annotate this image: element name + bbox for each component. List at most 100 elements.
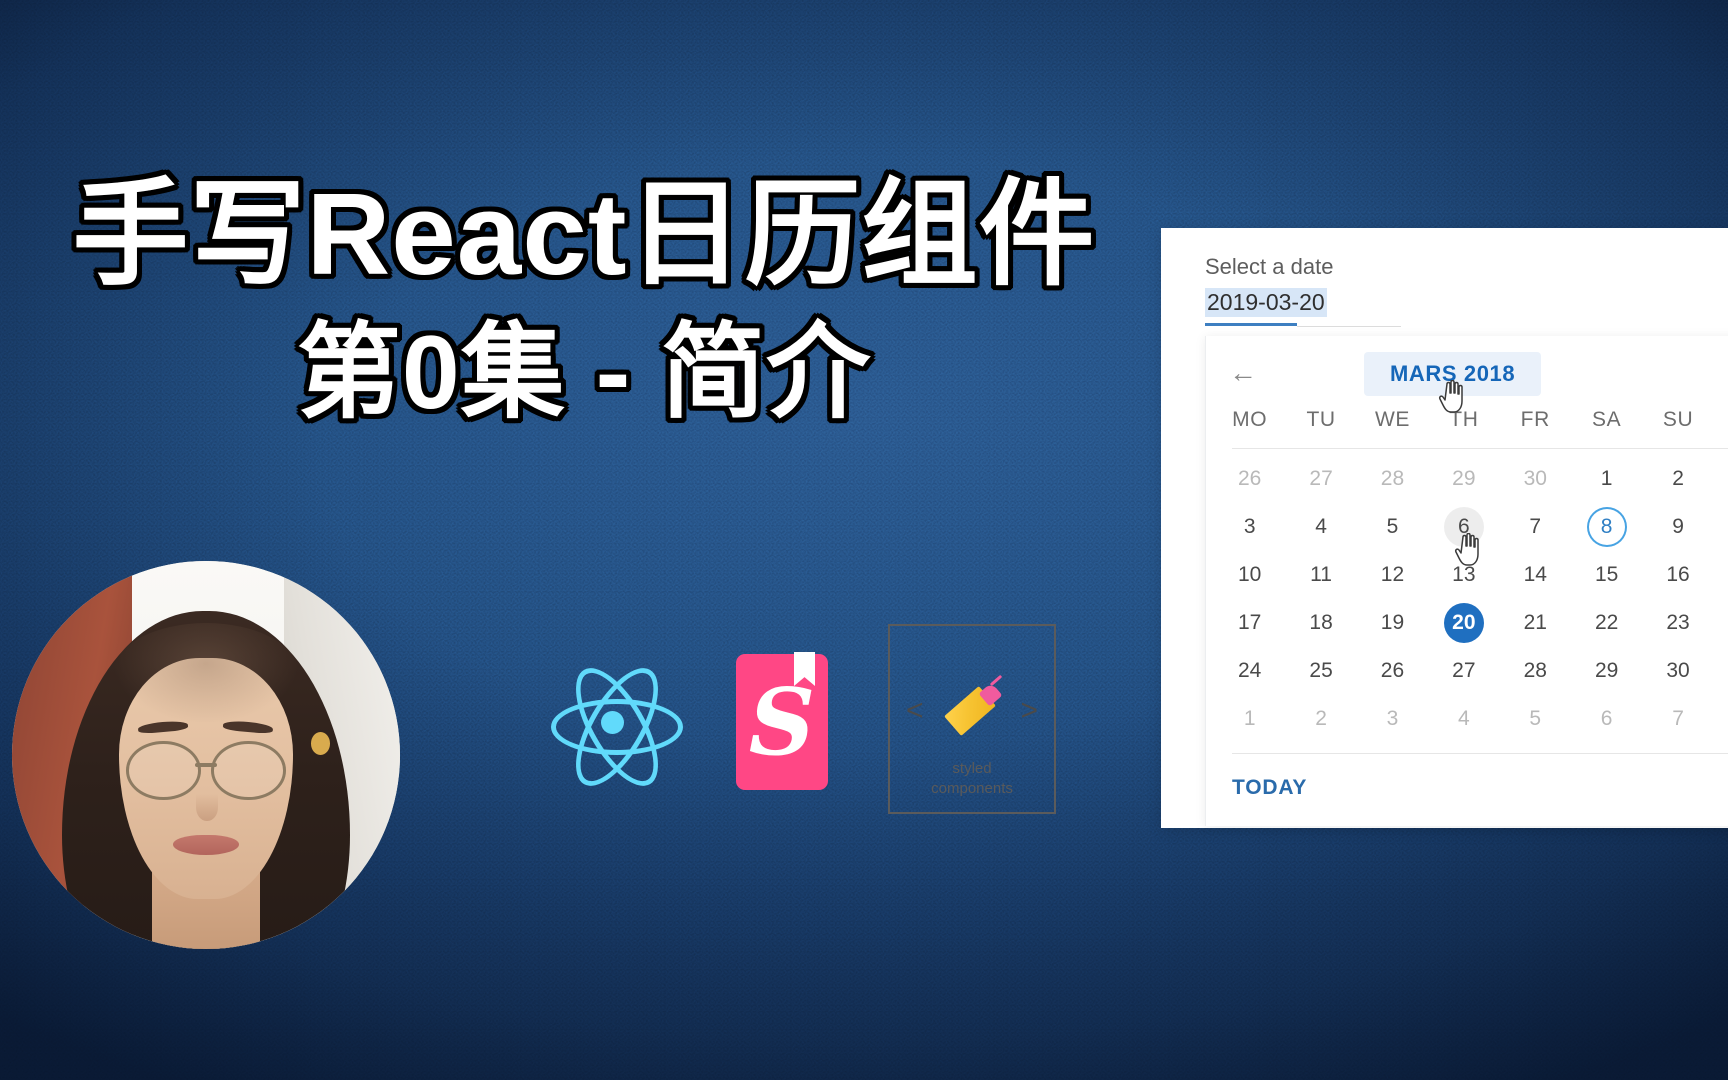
calendar-day-label: 27 <box>1309 467 1333 490</box>
mouse-cursor-pointer-icon <box>1438 380 1468 414</box>
calendar-day-cell[interactable]: 30 <box>1500 459 1571 499</box>
calendar-day-cell[interactable]: 17 <box>1214 603 1285 643</box>
calendar-day-cell[interactable]: 20 <box>1428 603 1499 643</box>
calendar-day-label: 21 <box>1523 611 1547 634</box>
calendar-day-cell[interactable]: 27 <box>1285 459 1356 499</box>
calendar-week-row: 26 27 28 29 30 1 2 <box>1214 455 1728 503</box>
calendar-day-label: 15 <box>1594 563 1619 586</box>
calendar-day-label: 30 <box>1666 659 1690 682</box>
calendar-day-cell[interactable]: 22 <box>1571 603 1642 643</box>
calendar-day-cell[interactable]: 6 <box>1428 507 1499 566</box>
calendar-day-label: 5 <box>1529 707 1542 730</box>
paintbrush-stroke <box>989 674 1003 687</box>
calendar-day-label: 22 <box>1594 611 1619 634</box>
calendar-day-cell[interactable]: 19 <box>1357 603 1428 643</box>
calendar-day-cell[interactable]: 1 <box>1214 699 1285 739</box>
angle-bracket-right-icon: > <box>1020 694 1038 727</box>
calendar-day-label: 29 <box>1594 659 1619 682</box>
calendar-day-cell[interactable]: 29 <box>1571 651 1642 691</box>
calendar-week-row: 24 25 26 27 28 29 30 <box>1214 647 1728 695</box>
calendar-day-cell[interactable]: 11 <box>1285 555 1356 595</box>
calendar-day-label: 3 <box>1386 707 1399 730</box>
calendar-day-label: 11 <box>1310 563 1332 586</box>
calendar-day-cell[interactable]: 9 <box>1642 507 1713 547</box>
styled-components-label-line1: styled <box>952 760 992 777</box>
calendar-day-cell[interactable]: 7 <box>1642 699 1713 739</box>
today-button[interactable]: TODAY <box>1206 754 1728 800</box>
calendar-day-cell[interactable]: 12 <box>1357 555 1428 595</box>
storybook-letter: S <box>748 668 816 776</box>
calendar-day-cell[interactable]: 18 <box>1285 603 1356 643</box>
calendar-day-label: 28 <box>1380 467 1405 490</box>
calendar-day-label: 14 <box>1523 563 1547 586</box>
weekday-su: SU <box>1662 408 1694 431</box>
datepicker-panel: Select a date 2019-03-20 ← MARS 2018 → M… <box>1161 228 1728 828</box>
calendar-card: ← MARS 2018 → MO TU WE TH FR SA SU 262 <box>1205 336 1728 826</box>
calendar-day-cell[interactable]: 5 <box>1500 699 1571 739</box>
calendar-day-label: 24 <box>1238 659 1262 682</box>
avatar-glasses-lens-right <box>211 741 286 800</box>
calendar-day-label: 2 <box>1672 467 1684 490</box>
calendar-day-cell[interactable]: 10 <box>1214 555 1285 595</box>
calendar-day-label: 7 <box>1529 515 1542 538</box>
next-month-arrow-icon[interactable]: → <box>1720 358 1728 388</box>
calendar-day-cell[interactable]: 23 <box>1642 603 1713 643</box>
calendar-day-cell[interactable]: 4 <box>1428 699 1499 739</box>
calendar-day-cell[interactable]: 24 <box>1214 651 1285 691</box>
styled-components-label-line2: components <box>931 779 1013 797</box>
calendar-week-row: 17 18 19 20 21 22 23 <box>1214 599 1728 647</box>
calendar-day-cell[interactable]: 5 <box>1357 507 1428 547</box>
calendar-day-cell[interactable]: 27 <box>1428 651 1499 691</box>
weekday-we: WE <box>1374 408 1410 431</box>
calendar-day-cell[interactable]: 7 <box>1500 507 1571 547</box>
title-line-secondary: 第0集 - 简介 <box>296 315 872 432</box>
calendar-day-cell[interactable]: 14 <box>1500 555 1571 595</box>
calendar-day-label: 20 <box>1443 603 1484 643</box>
title-line-primary: 手写React日历组件 <box>72 169 1096 299</box>
calendar-day-label: 23 <box>1666 611 1690 634</box>
calendar-day-label: 12 <box>1380 563 1405 586</box>
calendar-day-cell[interactable]: 26 <box>1214 459 1285 499</box>
avatar-glasses-bridge <box>194 763 218 767</box>
calendar-day-label: 4 <box>1458 707 1470 730</box>
calendar-day-label: 28 <box>1523 659 1547 682</box>
calendar-day-cell[interactable]: 28 <box>1357 459 1428 499</box>
calendar-day-cell[interactable]: 26 <box>1357 651 1428 691</box>
avatar-hair-clip <box>310 731 331 755</box>
calendar-day-cell[interactable]: 30 <box>1642 651 1713 691</box>
weekday-tu: TU <box>1306 408 1336 431</box>
date-input[interactable]: 2019-03-20 <box>1205 288 1327 317</box>
calendar-day-cell[interactable]: 1 <box>1571 459 1642 499</box>
avatar <box>12 561 400 949</box>
date-input-wrapper[interactable]: 2019-03-20 <box>1205 288 1401 327</box>
weekday-fr: FR <box>1520 408 1550 431</box>
calendar-day-cell[interactable]: 29 <box>1428 459 1499 499</box>
calendar-day-cell[interactable]: 6 <box>1571 699 1642 739</box>
calendar-day-label: 2 <box>1315 707 1327 730</box>
calendar-day-label: 9 <box>1672 515 1684 538</box>
calendar-day-cell[interactable]: 2 <box>1642 459 1713 499</box>
calendar-day-cell[interactable]: 3 <box>1357 699 1428 739</box>
calendar-day-label: 25 <box>1309 659 1333 682</box>
calendar-day-label: 16 <box>1666 563 1690 586</box>
calendar-day-cell[interactable]: 15 <box>1571 555 1642 595</box>
calendar-day-cell[interactable]: 3 <box>1214 507 1285 547</box>
calendar-day-label: 26 <box>1380 659 1405 682</box>
calendar-day-label: 5 <box>1386 515 1399 538</box>
calendar-day-cell[interactable]: 4 <box>1285 507 1356 547</box>
avatar-glasses-lens-left <box>126 741 201 800</box>
date-input-focus-underline <box>1205 323 1401 327</box>
calendar-day-cell[interactable]: 16 <box>1642 555 1713 595</box>
calendar-day-cell[interactable]: 2 <box>1285 699 1356 739</box>
prev-month-arrow-icon[interactable]: ← <box>1226 358 1260 388</box>
thumbnail-canvas: 手写React日历组件 第0集 - 简介 S < > styled compon… <box>0 0 1728 1080</box>
avatar-glasses <box>126 741 286 800</box>
calendar-day-cell[interactable]: 28 <box>1500 651 1571 691</box>
calendar-day-label: 17 <box>1238 611 1262 634</box>
calendar-day-cell[interactable]: 8 <box>1571 507 1642 547</box>
calendar-nav: ← MARS 2018 → <box>1206 336 1728 413</box>
calendar-day-cell[interactable]: 21 <box>1500 603 1571 643</box>
calendar-day-label: 29 <box>1452 467 1476 490</box>
calendar-day-cell[interactable]: 25 <box>1285 651 1356 691</box>
avatar-nose <box>196 793 218 821</box>
